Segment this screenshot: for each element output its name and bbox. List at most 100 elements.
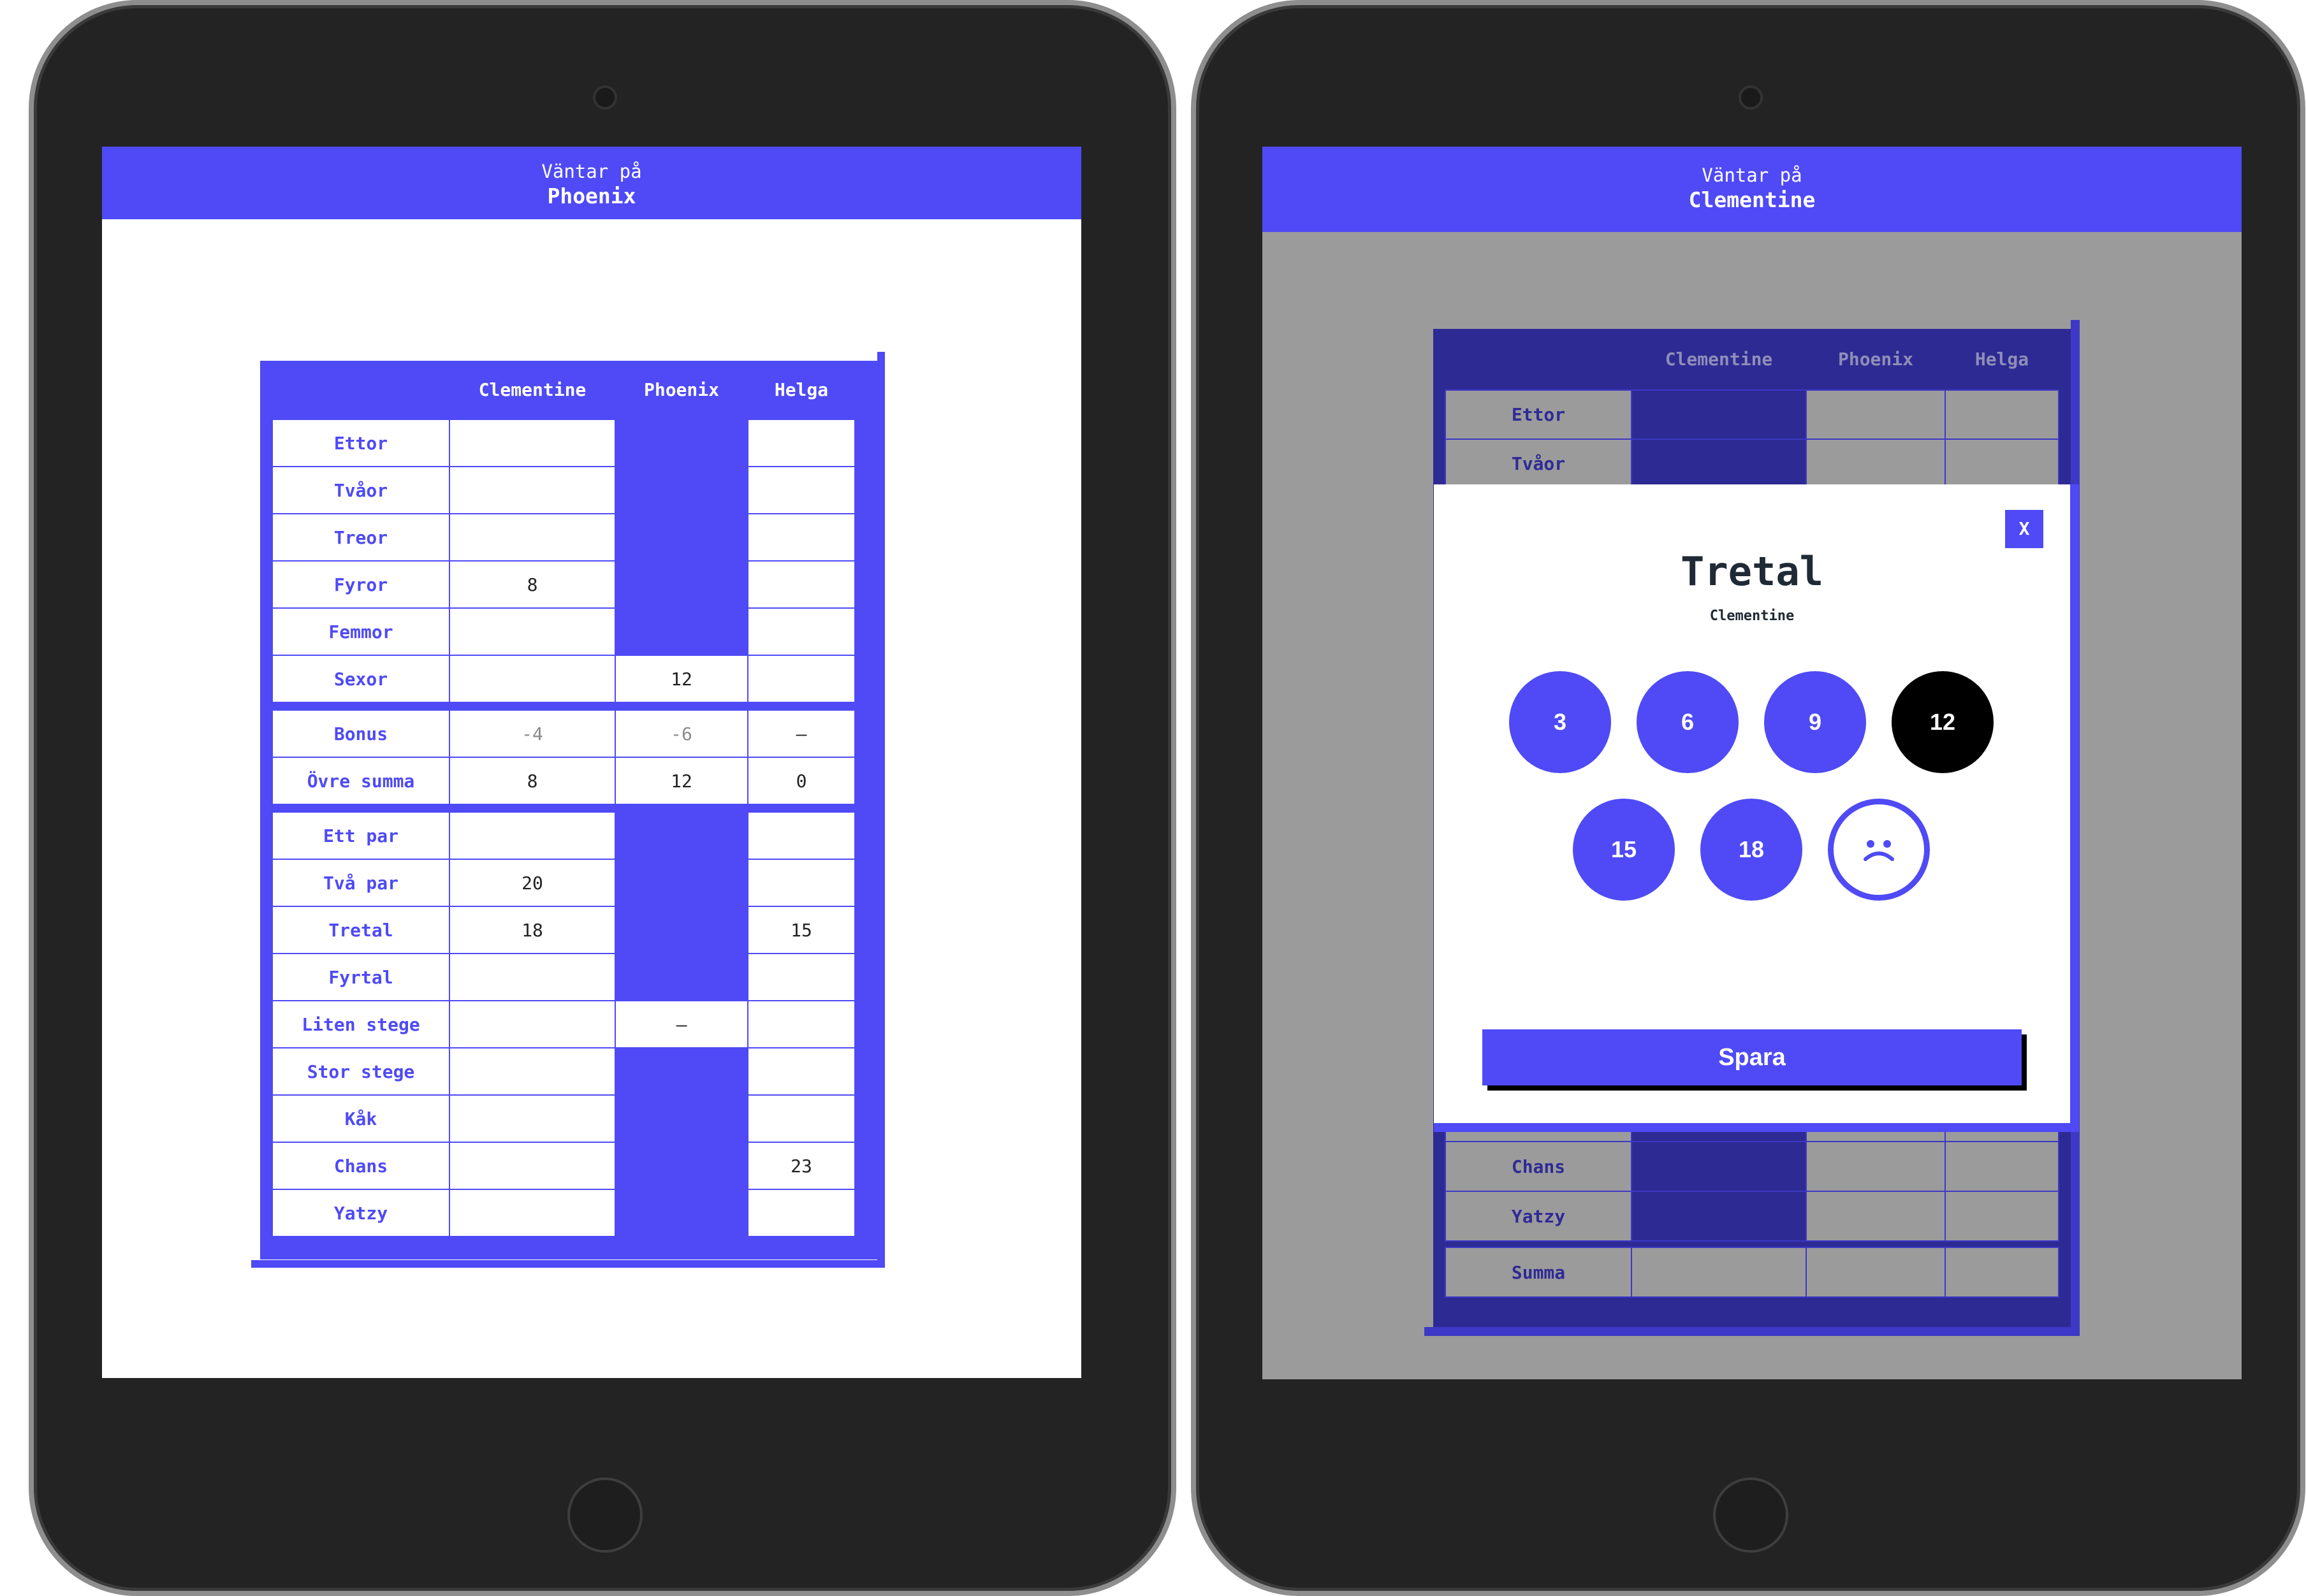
score-cell[interactable]: [449, 513, 616, 562]
score-cell[interactable]: [449, 1047, 616, 1096]
score-cell[interactable]: -6: [615, 709, 748, 758]
score-cell[interactable]: [449, 607, 616, 656]
score-cell: [615, 1189, 748, 1237]
row-label: Chans: [1445, 1141, 1632, 1192]
score-cell[interactable]: [449, 1142, 616, 1190]
row-label: Övre summa: [272, 757, 450, 805]
column-header-player: Helga: [774, 379, 829, 400]
score-cell[interactable]: [747, 513, 856, 562]
camera: [593, 85, 617, 110]
score-cell[interactable]: –: [747, 709, 856, 758]
score-cell[interactable]: 12: [615, 655, 748, 703]
row-label: Sexor: [272, 655, 450, 703]
score-option-6[interactable]: 6: [1637, 671, 1739, 773]
row-label: Treor: [272, 513, 450, 562]
row-label: Liten stege: [272, 1000, 450, 1048]
score-table-bottom: Chans Yatzy Summa: [1445, 1119, 2059, 1298]
score-cell: [1806, 1191, 1946, 1242]
score-cell[interactable]: [747, 1094, 856, 1143]
current-player: Phoenix: [547, 184, 636, 208]
score-cell[interactable]: [449, 1000, 616, 1048]
column-header-player: Clementine: [1665, 349, 1773, 370]
row-label: Två par: [272, 859, 450, 907]
score-cell[interactable]: 15: [747, 906, 856, 954]
row-label: Ett par: [272, 811, 450, 860]
score-cell[interactable]: 8: [449, 560, 616, 609]
score-cell[interactable]: 20: [449, 859, 616, 907]
camera: [1739, 85, 1763, 110]
score-cell[interactable]: [747, 1000, 856, 1048]
score-table: Clementine Phoenix Helga Ettor Tvåor Treor…: [272, 361, 856, 1237]
save-button-wrap: Spara: [1482, 1029, 2027, 1091]
score-table-top: Clementine Phoenix Helga Ettor Tvåor: [1445, 329, 2059, 489]
score-cell[interactable]: [747, 1189, 856, 1237]
score-cell: [615, 811, 748, 860]
score-cell[interactable]: [449, 811, 616, 860]
row-label: Yatzy: [272, 1189, 450, 1237]
score-cell: [1806, 439, 1946, 489]
score-option-15[interactable]: 15: [1573, 799, 1675, 901]
score-cell: [615, 953, 748, 1001]
score-cell: [615, 513, 748, 562]
score-cell[interactable]: 8: [449, 757, 616, 805]
scoreboard: Clementine Phoenix Helga Ettor Tvåor Treor…: [251, 352, 907, 1268]
score-cell[interactable]: [449, 466, 616, 514]
score-cell: [1945, 1247, 2059, 1298]
screen-left: Väntar på Phoenix Clementine Phoenix Hel…: [102, 147, 1081, 1378]
home-button[interactable]: [567, 1477, 643, 1553]
score-cell[interactable]: [747, 466, 856, 514]
save-button[interactable]: Spara: [1482, 1029, 2022, 1085]
score-option-12-selected[interactable]: 12: [1892, 671, 1994, 773]
tablet-right: Väntar på Clementine Clementine Phoenix …: [1191, 0, 2305, 1596]
score-cell: [615, 1142, 748, 1190]
row-label: Ettor: [272, 419, 450, 467]
tablet-left: Väntar på Phoenix Clementine Phoenix Hel…: [29, 0, 1176, 1596]
no-score-button[interactable]: [1828, 799, 1930, 901]
score-cell[interactable]: 18: [449, 906, 616, 954]
row-label: Tretal: [272, 906, 450, 954]
home-button[interactable]: [1713, 1477, 1788, 1553]
score-cell[interactable]: 23: [747, 1142, 856, 1190]
score-cell[interactable]: [747, 560, 856, 609]
score-cell: [1631, 1191, 1807, 1242]
score-cell[interactable]: [449, 655, 616, 703]
score-cell[interactable]: [747, 655, 856, 703]
score-cell[interactable]: 12: [615, 757, 748, 805]
score-cell[interactable]: [449, 1189, 616, 1237]
score-option-9[interactable]: 9: [1764, 671, 1866, 773]
score-cell: [615, 1094, 748, 1143]
score-cell[interactable]: [449, 419, 616, 467]
row-label: Ettor: [1445, 389, 1632, 440]
sad-face-icon: [1864, 840, 1894, 861]
score-cell: [615, 607, 748, 656]
column-header-player: Phoenix: [643, 379, 719, 400]
row-label: Bonus: [272, 709, 450, 758]
score-cell[interactable]: [747, 953, 856, 1001]
score-modal: X Tretal Clementine 3 6 9 12 15 18 Spara: [1434, 484, 2070, 1123]
header-bar: Väntar på Phoenix: [102, 147, 1081, 219]
current-player: Clementine: [1688, 187, 1816, 212]
column-header-player: Clementine: [478, 379, 587, 400]
score-cell[interactable]: [747, 811, 856, 860]
score-cell: [615, 1047, 748, 1096]
score-cell[interactable]: [747, 419, 856, 467]
score-cell: [1631, 1141, 1807, 1192]
score-cell[interactable]: [449, 1094, 616, 1143]
score-cell: [1806, 1247, 1946, 1298]
score-cell: [1945, 1141, 2059, 1192]
score-cell[interactable]: [747, 607, 856, 656]
row-label: Yatzy: [1445, 1191, 1632, 1242]
score-cell[interactable]: [747, 1047, 856, 1096]
row-label: Chans: [272, 1142, 450, 1190]
row-label: Femmor: [272, 607, 450, 656]
score-cell[interactable]: [747, 859, 856, 907]
score-cell[interactable]: [449, 953, 616, 1001]
score-option-3[interactable]: 3: [1509, 671, 1611, 773]
score-cell[interactable]: –: [615, 1000, 748, 1048]
column-header-blank: [1445, 329, 1631, 390]
score-cell: [1945, 439, 2059, 489]
score-cell[interactable]: 0: [747, 757, 856, 805]
score-option-18[interactable]: 18: [1700, 799, 1802, 901]
score-cell[interactable]: -4: [449, 709, 616, 758]
close-button[interactable]: X: [2005, 510, 2043, 548]
